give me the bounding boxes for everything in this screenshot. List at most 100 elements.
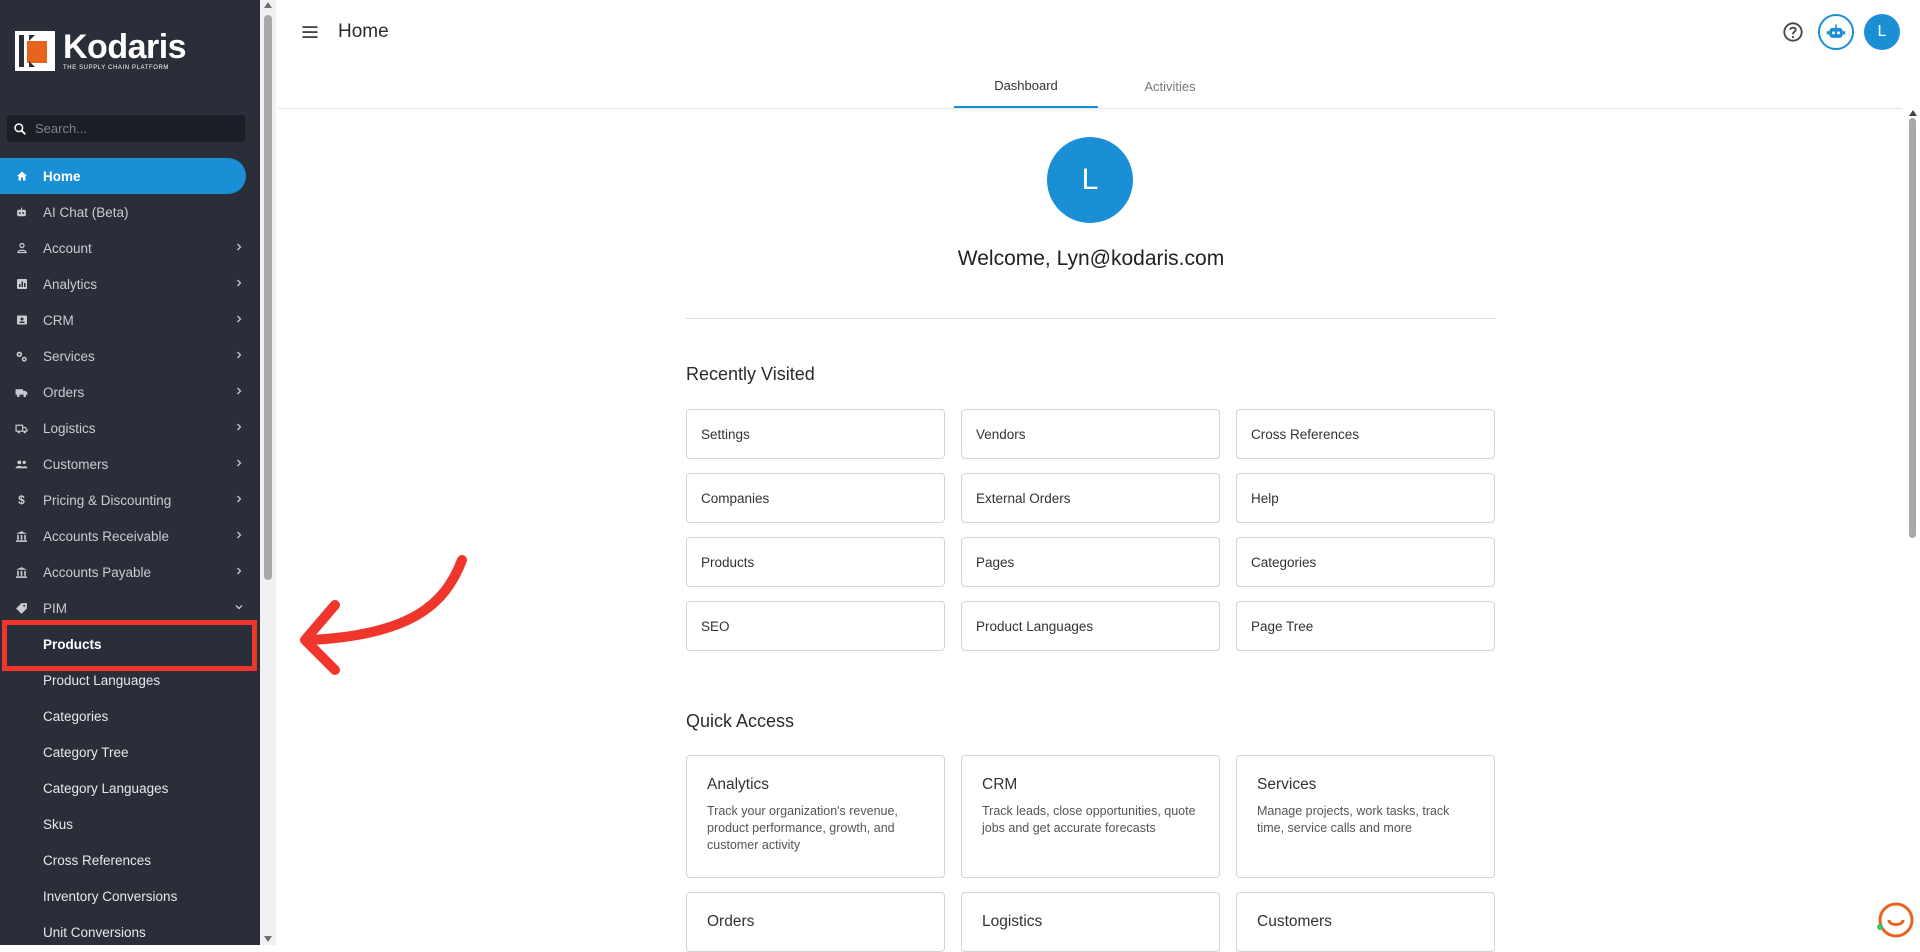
recent-card-products[interactable]: Products — [686, 537, 945, 587]
sidebar-item-accounts-payable[interactable]: Accounts Payable — [0, 554, 260, 590]
sidebar-subitem-products[interactable]: Products — [0, 626, 260, 662]
quick-card-desc: Manage projects, work tasks, track time,… — [1257, 804, 1450, 835]
recent-card-categories[interactable]: Categories — [1236, 537, 1495, 587]
chevron-right-icon — [237, 243, 242, 251]
sidebar-item-analytics[interactable]: Analytics — [0, 266, 260, 302]
help-icon[interactable] — [1782, 21, 1804, 43]
sidebar-scrollbar[interactable] — [260, 0, 276, 945]
recent-card-page-tree[interactable]: Page Tree — [1236, 601, 1495, 651]
search-icon — [14, 122, 26, 135]
quick-card-title: CRM — [982, 776, 1018, 793]
chevron-right-icon — [237, 351, 242, 359]
recent-card-vendors[interactable]: Vendors — [961, 409, 1220, 459]
recent-card-cross-references[interactable]: Cross References — [1236, 409, 1495, 459]
sidebar-subitem-inventory-conversions[interactable]: Inventory Conversions — [0, 878, 260, 914]
section-divider — [686, 318, 1496, 319]
chart-icon — [15, 278, 28, 291]
ai-assistant-button[interactable] — [1818, 14, 1854, 50]
truck-icon — [15, 386, 28, 399]
sidebar-item-label: Home — [43, 168, 81, 184]
quick-card-services[interactable]: Services Manage projects, work tasks, tr… — [1236, 755, 1495, 878]
sidebar-item-crm[interactable]: CRM — [0, 302, 260, 338]
sidebar-item-label: Accounts Receivable — [43, 528, 170, 544]
sidebar-subitem-category-tree[interactable]: Category Tree — [0, 734, 260, 770]
quick-card-desc: Track your organization's revenue, produ… — [707, 804, 898, 852]
quick-card-logistics[interactable]: Logistics — [961, 892, 1220, 952]
quick-card-crm[interactable]: CRM Track leads, close opportunities, qu… — [961, 755, 1220, 878]
sidebar-item-accounts-receivable[interactable]: Accounts Receivable — [0, 518, 260, 554]
quick-card-orders[interactable]: Orders — [686, 892, 945, 952]
bank-icon — [15, 530, 28, 543]
kodaris-logo[interactable]: Kodaris THE SUPPLY CHAIN PLATFORM — [15, 28, 187, 71]
sidebar-item-pim[interactable]: PIM — [0, 590, 260, 626]
quick-card-title: Services — [1257, 776, 1317, 793]
robot-icon — [15, 206, 28, 219]
chat-support-icon[interactable] — [1875, 900, 1915, 940]
recent-card-pages[interactable]: Pages — [961, 537, 1220, 587]
chevron-right-icon — [237, 279, 242, 287]
recent-card-help[interactable]: Help — [1236, 473, 1495, 523]
quick-card-analytics[interactable]: Analytics Track your organization's reve… — [686, 755, 945, 878]
chevron-right-icon — [237, 315, 242, 323]
gears-icon — [15, 350, 28, 363]
recent-card-external-orders[interactable]: External Orders — [961, 473, 1220, 523]
recent-card-product-languages[interactable]: Product Languages — [961, 601, 1220, 651]
sidebar-search-input[interactable] — [35, 121, 225, 136]
sidebar-item-label: CRM — [43, 312, 74, 328]
main-scrollbar-thumb[interactable] — [1909, 118, 1916, 538]
tab-bar: Dashboard Activities — [954, 64, 1242, 109]
sidebar-item-logistics[interactable]: Logistics — [0, 410, 260, 446]
user-avatar-button[interactable]: L — [1864, 14, 1900, 50]
sidebar: Kodaris THE SUPPLY CHAIN PLATFORM Home A… — [0, 0, 260, 945]
welcome-avatar: L — [1047, 137, 1133, 223]
recent-card-seo[interactable]: SEO — [686, 601, 945, 651]
sidebar-item-home[interactable]: Home — [0, 158, 246, 194]
sidebar-subitem-product-languages[interactable]: Product Languages — [0, 662, 260, 698]
page-title: Home — [338, 21, 389, 42]
sidebar-nav: Home AI Chat (Beta) Account Analytics CR… — [0, 158, 260, 945]
sidebar-item-label: Account — [43, 240, 92, 256]
logo-mark-icon — [15, 30, 55, 71]
sidebar-scrollbar-thumb[interactable] — [264, 15, 272, 580]
scroll-up-icon[interactable] — [264, 2, 272, 8]
sidebar-item-label: Accounts Payable — [43, 564, 152, 580]
sidebar-subitem-cross-references[interactable]: Cross References — [0, 842, 260, 878]
sidebar-item-account[interactable]: Account — [0, 230, 260, 266]
chevron-right-icon — [237, 531, 242, 539]
home-icon — [15, 170, 28, 183]
annotation-arrow-icon — [300, 555, 467, 675]
sidebar-subitem-categories[interactable]: Categories — [0, 698, 260, 734]
sidebar-item-pricing[interactable]: $ Pricing & Discounting — [0, 482, 260, 518]
sidebar-search — [7, 115, 245, 142]
scroll-down-icon[interactable] — [264, 936, 272, 942]
sidebar-item-customers[interactable]: Customers — [0, 446, 260, 482]
quick-card-customers[interactable]: Customers — [1236, 892, 1495, 952]
sidebar-item-ai-chat[interactable]: AI Chat (Beta) — [0, 194, 260, 230]
people-icon — [15, 458, 28, 471]
sidebar-item-services[interactable]: Services — [0, 338, 260, 374]
chevron-right-icon — [237, 567, 242, 575]
quick-card-title: Logistics — [982, 913, 1043, 930]
welcome-text: Welcome, Lyn@kodaris.com — [957, 247, 1225, 270]
chevron-right-icon — [237, 423, 242, 431]
hamburger-menu-icon[interactable] — [300, 22, 320, 42]
chevron-down-icon — [235, 605, 243, 610]
sidebar-subitem-unit-conversions[interactable]: Unit Conversions — [0, 914, 260, 945]
quick-card-desc: Track leads, close opportunities, quote … — [982, 804, 1196, 835]
sidebar-subitem-category-languages[interactable]: Category Languages — [0, 770, 260, 806]
person-icon — [15, 242, 28, 255]
main-scrollbar[interactable] — [1904, 108, 1920, 945]
quick-card-title: Analytics — [707, 776, 770, 793]
tab-activities[interactable]: Activities — [1098, 64, 1242, 108]
scroll-up-icon[interactable] — [1909, 110, 1917, 116]
tab-dashboard[interactable]: Dashboard — [954, 64, 1098, 108]
recent-card-companies[interactable]: Companies — [686, 473, 945, 523]
logo-name: Kodaris — [63, 28, 187, 66]
sidebar-item-orders[interactable]: Orders — [0, 374, 260, 410]
bank-icon — [15, 566, 28, 579]
header-divider — [278, 108, 1902, 109]
quick-card-title: Customers — [1257, 913, 1332, 930]
sidebar-subitem-skus[interactable]: Skus — [0, 806, 260, 842]
recent-card-settings[interactable]: Settings — [686, 409, 945, 459]
chevron-right-icon — [237, 387, 242, 395]
